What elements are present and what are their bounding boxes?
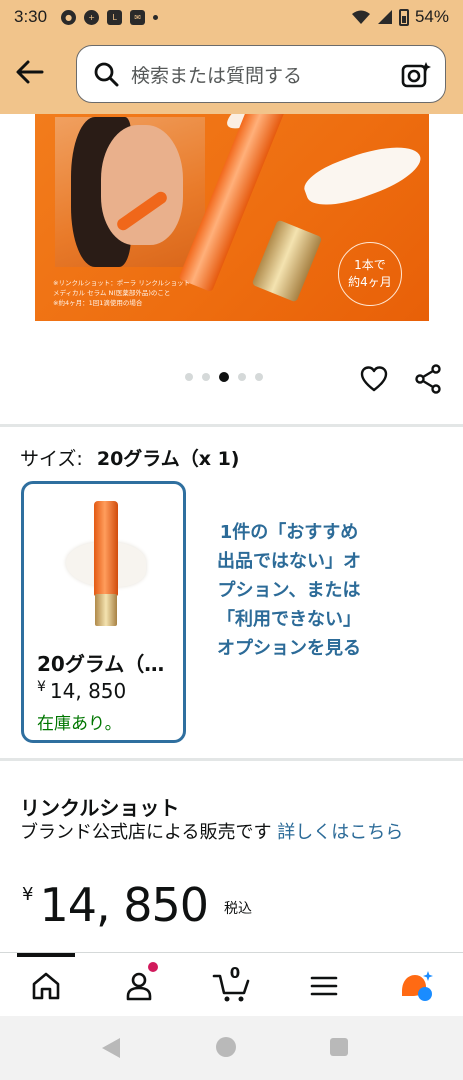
line-icon: L xyxy=(107,9,123,25)
menu-icon[interactable] xyxy=(307,969,341,1003)
notification-icons: ● + L ✉ xyxy=(61,9,159,25)
system-nav-bar xyxy=(0,1016,463,1080)
option-thumbnail xyxy=(95,594,117,626)
notification-badge xyxy=(148,962,158,972)
account-icon[interactable] xyxy=(122,969,156,1003)
carousel-indicator xyxy=(185,372,263,382)
wifi-icon xyxy=(351,10,370,24)
system-back-icon[interactable] xyxy=(102,1038,120,1058)
carousel-dot-active xyxy=(219,372,229,382)
chrome-icon: ● xyxy=(61,9,77,25)
heart-icon[interactable] xyxy=(360,365,388,393)
size-value: 20グラム（x 1) xyxy=(96,448,240,470)
active-tab-indicator xyxy=(17,953,75,957)
search-input[interactable]: 検索または質問する xyxy=(76,45,446,103)
dot-icon xyxy=(153,14,159,20)
option-name: 20グラム（… xyxy=(37,652,165,676)
share-icon[interactable] xyxy=(414,364,442,394)
carousel-dot xyxy=(255,373,263,381)
bottom-nav xyxy=(0,952,463,1016)
chat-icon: + xyxy=(84,9,100,25)
price: ¥ 14, 850 税込 xyxy=(22,878,252,932)
camera-search-icon[interactable] xyxy=(401,60,431,90)
other-options-link[interactable]: 1件の「おすすめ出品ではない」オプション、または「利用できない」オプションを見る xyxy=(214,518,364,663)
home-icon[interactable] xyxy=(29,969,63,1003)
model-photo xyxy=(55,117,205,267)
option-price: ¥14, 850 xyxy=(37,679,127,703)
search-placeholder: 検索または質問する xyxy=(131,64,303,87)
system-recents-icon[interactable] xyxy=(330,1038,348,1056)
duration-badge: 1本で 約4ヶ月 xyxy=(338,242,402,306)
seller-info: ブランド公式店による販売です 詳しくはこちら xyxy=(20,822,404,843)
option-thumbnail xyxy=(94,501,118,596)
seller-details-link[interactable]: 詳しくはこちら xyxy=(277,822,403,843)
ai-assistant-icon[interactable] xyxy=(398,969,436,1003)
tax-label: 税込 xyxy=(224,901,253,917)
battery-icon xyxy=(398,8,409,26)
size-label: サイズ: 20グラム（x 1) xyxy=(20,448,240,470)
system-icons: 54% xyxy=(351,7,449,27)
product-image[interactable]: 1本で 約4ヶ月 ※リンクルショット：ポーラ リンクルショット メディカル セラ… xyxy=(35,114,429,321)
carousel-dot xyxy=(202,373,210,381)
search-icon xyxy=(94,62,119,87)
divider xyxy=(0,758,463,761)
divider xyxy=(0,424,463,427)
carousel-dot xyxy=(185,373,193,381)
battery-level: 54% xyxy=(414,7,449,26)
system-home-icon[interactable] xyxy=(216,1037,236,1057)
size-option-card[interactable]: 20グラム（… ¥14, 850 在庫あり。 xyxy=(21,481,186,743)
status-time: 3:30 xyxy=(14,7,48,26)
search-header: 検索または質問する xyxy=(0,34,463,114)
carousel-dot xyxy=(238,373,246,381)
signal-icon xyxy=(377,10,392,24)
cart-count: 0 xyxy=(229,964,241,982)
brand-name[interactable]: リンクルショット xyxy=(20,792,179,821)
image-fine-print: ※リンクルショット：ポーラ リンクルショット メディカル セラム N(医薬部外品… xyxy=(53,279,191,307)
price-symbol: ¥ xyxy=(22,884,34,905)
status-bar: 3:30 ● + L ✉ 54% xyxy=(0,0,463,34)
back-arrow-icon[interactable] xyxy=(14,56,46,88)
cream-swatch xyxy=(299,134,427,216)
mail-icon: ✉ xyxy=(130,9,146,25)
option-stock-status: 在庫あり。 xyxy=(37,714,122,734)
price-amount: 14, 850 xyxy=(39,878,209,932)
